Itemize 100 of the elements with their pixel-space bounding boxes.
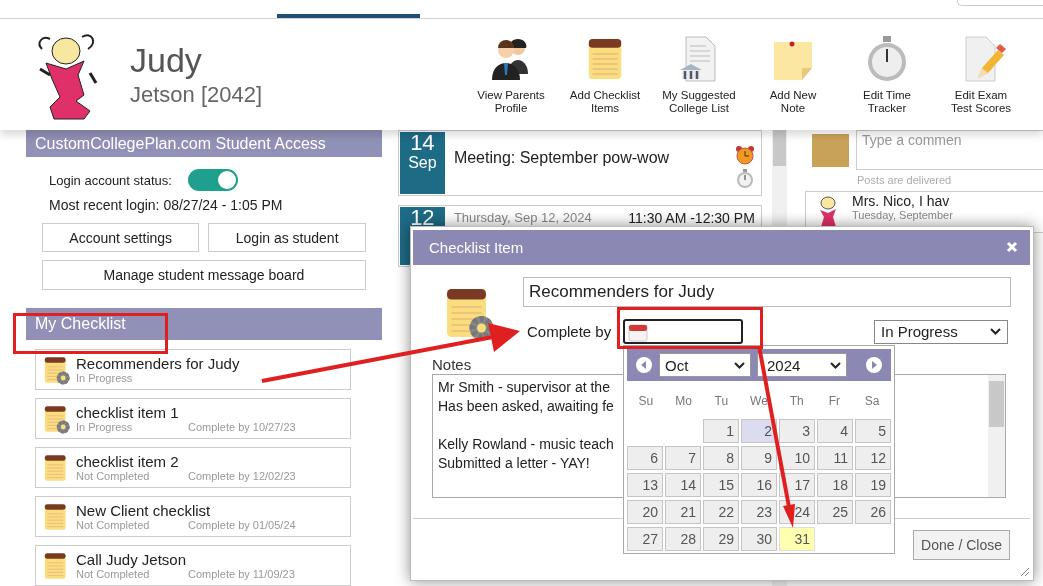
previous-month-button[interactable]: [635, 356, 653, 374]
event-title: Meeting: September pow-wow: [453, 149, 671, 168]
calendar-day[interactable]: 4: [817, 419, 853, 443]
arrow-right-icon: [865, 356, 883, 374]
calendar-day[interactable]: 15: [703, 473, 739, 497]
title-field[interactable]: Recommenders for Judy: [523, 277, 1011, 307]
due-date: Complete by 10/27/23: [188, 421, 296, 433]
arrow-left-icon: [635, 356, 653, 374]
input-field[interactable]: [957, 0, 1043, 6]
student-first-name: Judy: [130, 41, 203, 80]
student-last-name: Jetson [2042]: [130, 82, 263, 108]
checklist-item[interactable]: Recommenders for Judy In Progress: [35, 349, 351, 390]
item-title: checklist item 1: [76, 404, 180, 421]
event-day: 12: [410, 207, 435, 229]
last-login-text: Most recent login: 08/27/24 - 1:05 PM: [49, 197, 284, 213]
item-status: Not Completed: [76, 470, 151, 482]
calendar-day[interactable]: 31: [779, 527, 815, 551]
weekday-label: We: [749, 394, 769, 408]
calendar-day[interactable]: 29: [703, 527, 739, 551]
toolbar-button[interactable]: Edit Time Tracker: [840, 34, 934, 115]
calendar-day[interactable]: 10: [779, 446, 815, 470]
checklist-item[interactable]: checklist item 2 Not Completed Complete by 12/02/23: [35, 447, 351, 488]
notes-line: Mr Smith - supervisor at the: [438, 378, 610, 397]
field-label: Complete by: [527, 323, 612, 340]
month-dropdown[interactable]: Oct: [659, 353, 751, 377]
section-header: CustomCollegePlan.com Student Access: [26, 130, 382, 157]
calendar-day[interactable]: 14: [665, 473, 701, 497]
due-date: Complete by 11/09/23: [188, 568, 295, 580]
message-board-button[interactable]: Manage student message board: [42, 260, 366, 290]
calendar-day[interactable]: 9: [741, 446, 777, 470]
calendar-day[interactable]: 1: [703, 419, 739, 443]
item-status: Not Completed: [76, 568, 151, 580]
event-date: Thursday, Sep 12, 2024: [453, 210, 592, 225]
notes-line: Submitted a letter - YAY!: [438, 454, 590, 473]
calendar-day[interactable]: 26: [855, 500, 891, 524]
item-status: In Progress: [76, 372, 134, 384]
calendar-day[interactable]: 2: [741, 419, 777, 443]
calendar-day[interactable]: 18: [817, 473, 853, 497]
comment-field[interactable]: Type a commen: [856, 130, 1043, 170]
section-header: My Checklist: [26, 308, 382, 340]
event-time: 11:30 AM -12:30 PM: [628, 210, 755, 226]
weekday-label: Mo: [674, 394, 693, 408]
item-title: Recommenders for Judy: [76, 355, 240, 372]
calendar-day[interactable]: 12: [855, 446, 891, 470]
weekday-label: Tu: [713, 394, 730, 408]
post-date: Tuesday, September: [852, 209, 953, 221]
year-dropdown[interactable]: 2024: [757, 353, 847, 377]
event-month: Sep: [408, 154, 437, 172]
checklist-item[interactable]: checklist item 1 In Progress Complete by 10/27/23: [35, 398, 351, 439]
caret-icon: [990, 328, 1001, 335]
calendar-day[interactable]: 30: [741, 527, 777, 551]
calendar-day[interactable]: 23: [741, 500, 777, 524]
calendar-day[interactable]: 7: [665, 446, 701, 470]
calendar-day[interactable]: 20: [627, 500, 663, 524]
calendar-day[interactable]: 21: [665, 500, 701, 524]
calendar-day[interactable]: 28: [665, 527, 701, 551]
resize-grip-icon: [1020, 567, 1030, 577]
item-status: In Progress: [76, 421, 134, 433]
item-title: Call Judy Jetson: [76, 551, 188, 568]
weekday-label: Su: [637, 394, 655, 408]
toolbar-button[interactable]: Add Checklist Items: [558, 34, 652, 115]
checklist-item[interactable]: New Client checklist Not Completed Complete by 01/05/24: [35, 496, 351, 537]
weekday-label: Sa: [863, 394, 881, 408]
due-date: Complete by 12/02/23: [188, 470, 296, 482]
scrollbar[interactable]: [988, 375, 1005, 497]
post-text: Mrs. Nico, I hav: [852, 193, 951, 209]
calendar-day[interactable]: 3: [779, 419, 815, 443]
calendar-day[interactable]: 16: [741, 473, 777, 497]
calendar-day[interactable]: 13: [627, 473, 663, 497]
next-month-button[interactable]: [865, 356, 883, 374]
done-button[interactable]: Done / Close: [913, 530, 1010, 560]
calendar-day[interactable]: 8: [703, 446, 739, 470]
caret-icon: [830, 361, 841, 369]
toggle-switch[interactable]: [187, 169, 238, 191]
photo-placeholder: [812, 134, 849, 167]
calendar-day[interactable]: 11: [817, 446, 853, 470]
toolbar-button[interactable]: Edit Exam Test Scores: [934, 34, 1028, 115]
weekday-label: Th: [788, 394, 805, 408]
action-button[interactable]: Login as student: [208, 223, 366, 252]
notes-line: Kelly Rowland - music teach: [438, 435, 614, 454]
item-status: Not Completed: [76, 519, 151, 531]
notes-line: Has been asked, awaiting fe: [438, 397, 614, 416]
calendar-day[interactable]: 25: [817, 500, 853, 524]
action-button[interactable]: Account settings: [42, 223, 200, 252]
posts-note: Posts are delivered: [857, 174, 953, 186]
weekday-label: Fr: [827, 394, 842, 408]
toolbar-button[interactable]: View Parents Profile: [464, 34, 558, 115]
calendar-day[interactable]: 5: [855, 419, 891, 443]
item-title: checklist item 2: [76, 453, 180, 470]
calendar-day[interactable]: 22: [703, 500, 739, 524]
calendar-day[interactable]: 6: [627, 446, 663, 470]
item-title: New Client checklist: [76, 502, 212, 519]
toolbar-button[interactable]: My Suggested College List: [652, 34, 746, 115]
status-label: Login account status:: [49, 172, 172, 188]
calendar-day[interactable]: 27: [627, 527, 663, 551]
status-dropdown[interactable]: In Progress: [874, 319, 1008, 344]
calendar-day[interactable]: 19: [855, 473, 891, 497]
toolbar-button[interactable]: Add New Note: [746, 34, 840, 115]
calendar-icon: [627, 321, 650, 342]
checklist-item[interactable]: Call Judy Jetson Not Completed Complete by 11/09/23: [35, 545, 351, 586]
